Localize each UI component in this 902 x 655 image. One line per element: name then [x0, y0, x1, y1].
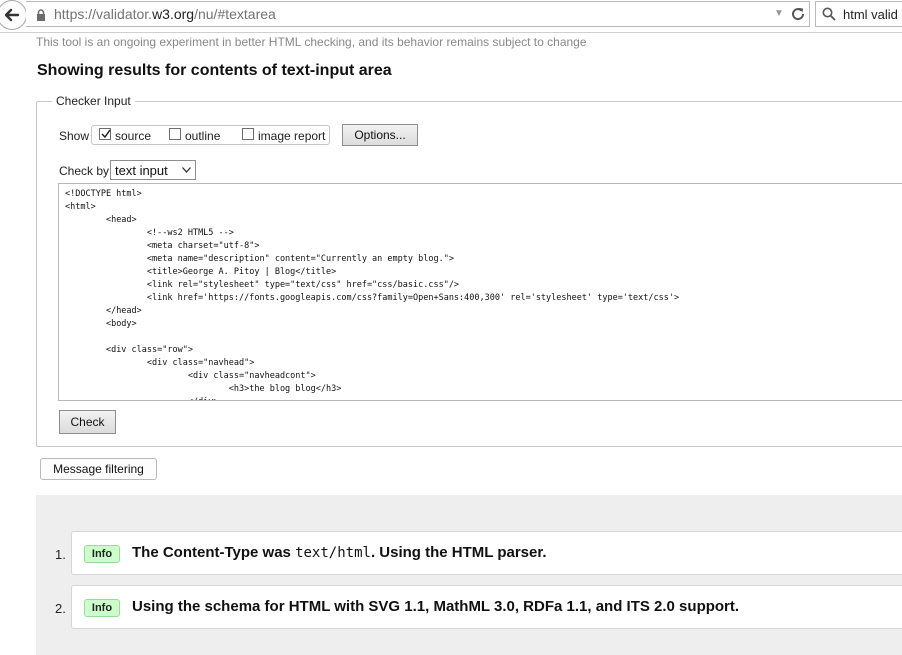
search-bar[interactable]: html valid [815, 1, 902, 27]
url-dropdown-icon[interactable]: ▼ [774, 8, 784, 19]
message-number: 2. [55, 601, 66, 616]
message-item: Info Using the schema for HTML with SVG … [71, 585, 902, 629]
image-report-checkbox[interactable] [242, 128, 254, 140]
browser-toolbar: https://validator.w3.org/nu/#textarea ▼ … [0, 0, 902, 33]
source-code[interactable]: <!DOCTYPE html> <html> <head> <!--ws2 HT… [65, 188, 679, 400]
options-button[interactable]: Options... [342, 124, 418, 146]
address-bar[interactable]: https://validator.w3.org/nu/#textarea ▼ [26, 1, 810, 27]
source-textarea[interactable]: <!DOCTYPE html> <html> <head> <!--ws2 HT… [58, 183, 902, 401]
message-filtering-button[interactable]: Message filtering [40, 458, 157, 480]
image-report-option-label[interactable]: image report [258, 129, 325, 143]
check-button[interactable]: Check [59, 410, 116, 434]
check-by-value: text input [115, 163, 168, 178]
outline-checkbox[interactable] [169, 128, 181, 140]
chevron-down-icon [182, 167, 191, 173]
message-text: The Content-Type was text/html. Using th… [132, 544, 547, 561]
check-by-select[interactable]: text input [110, 160, 196, 180]
show-options-group: source outline image report [91, 125, 330, 145]
search-input[interactable]: html valid [843, 7, 898, 22]
source-option-label[interactable]: source [115, 129, 151, 143]
search-icon [822, 7, 836, 21]
message-code: text/html [295, 545, 371, 561]
checkmark-icon [101, 129, 111, 139]
results-panel [36, 495, 902, 655]
info-badge: Info [84, 545, 120, 563]
back-button[interactable] [0, 0, 27, 30]
message-item: Info The Content-Type was text/html. Usi… [71, 531, 902, 575]
back-arrow-icon [4, 8, 20, 22]
url-text[interactable]: https://validator.w3.org/nu/#textarea [54, 6, 276, 22]
outline-option-label[interactable]: outline [185, 129, 220, 143]
message-number: 1. [55, 547, 66, 562]
page-subtitle: This tool is an ongoing experiment in be… [36, 35, 587, 49]
reload-icon[interactable] [790, 6, 806, 22]
page-title: Showing results for contents of text-inp… [37, 62, 392, 79]
source-checkbox[interactable] [99, 128, 111, 140]
lock-icon [37, 9, 45, 21]
check-by-label: Check by [59, 164, 110, 178]
message-text: Using the schema for HTML with SVG 1.1, … [132, 598, 740, 615]
show-label: Show [59, 129, 90, 143]
checker-input-legend: Checker Input [52, 94, 135, 108]
info-badge: Info [84, 599, 120, 617]
